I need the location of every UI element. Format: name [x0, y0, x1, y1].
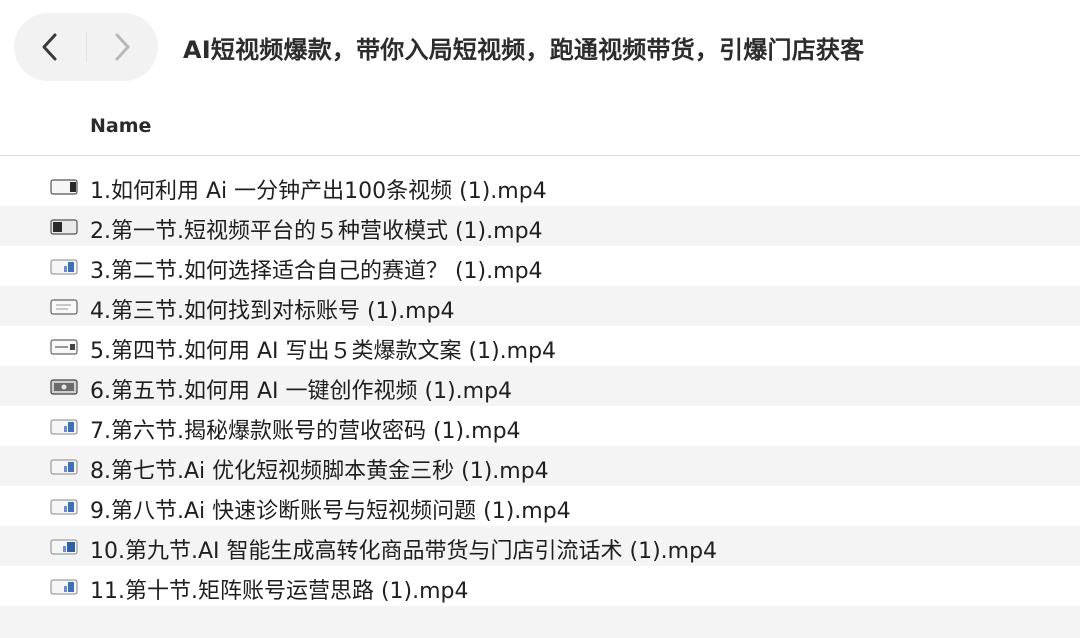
file-name: 7.第六节.揭秘爆款账号的营收密码 (1).mp4 [90, 419, 521, 444]
file-row[interactable]: 7.第六节.揭秘爆款账号的营收密码 (1).mp4 [0, 406, 1080, 446]
file-name: 6.第五节.如何用 AI 一键创作视频 (1).mp4 [90, 379, 513, 404]
forward-button[interactable] [87, 13, 159, 81]
video-thumbnail-icon [50, 419, 78, 435]
file-list: 1.如何利用 Ai 一分钟产出100条视频 (1).mp4 2.第一节.短视频平台… [0, 166, 1080, 606]
video-thumbnail-icon [50, 339, 78, 355]
file-name: 2.第一节.短视频平台的５种营收模式 (1).mp4 [90, 219, 543, 244]
file-row[interactable]: 5.第四节.如何用 AI 写出５类爆款文案 (1).mp4 [0, 326, 1080, 366]
file-name: 8.第七节.Ai 优化短视频脚本黄金三秒 (1).mp4 [90, 459, 549, 484]
navigation-buttons [14, 13, 158, 81]
video-thumbnail-icon [50, 179, 78, 195]
file-name: 9.第八节.Ai 快速诊断账号与短视频问题 (1).mp4 [90, 499, 571, 524]
file-name: 1.如何利用 Ai 一分钟产出100条视频 (1).mp4 [90, 179, 547, 204]
file-name: 3.第二节.如何选择适合自己的赛道？ (1).mp4 [90, 259, 543, 284]
back-button[interactable] [14, 13, 86, 81]
video-thumbnail-icon [50, 299, 78, 315]
video-thumbnail-icon [50, 219, 78, 235]
video-thumbnail-icon [50, 459, 78, 475]
chevron-left-icon [42, 33, 57, 61]
file-name: 11.第十节.矩阵账号运营思路 (1).mp4 [90, 579, 469, 604]
finder-window: AI短视频爆款，带你入局短视频，跑通视频带货，引爆门店获客 Name 1.如何利… [0, 0, 1080, 638]
file-row[interactable]: 1.如何利用 Ai 一分钟产出100条视频 (1).mp4 [0, 166, 1080, 206]
file-row[interactable]: 6.第五节.如何用 AI 一键创作视频 (1).mp4 [0, 366, 1080, 406]
file-name: 4.第三节.如何找到对标账号 (1).mp4 [90, 299, 455, 324]
column-header-name[interactable]: Name [90, 115, 151, 137]
video-thumbnail-icon [50, 539, 78, 555]
file-row[interactable]: 9.第八节.Ai 快速诊断账号与短视频问题 (1).mp4 [0, 486, 1080, 526]
video-thumbnail-icon [50, 499, 78, 515]
file-name: 5.第四节.如何用 AI 写出５类爆款文案 (1).mp4 [90, 339, 557, 364]
toolbar: AI短视频爆款，带你入局短视频，跑通视频带货，引爆门店获客 [0, 0, 1080, 100]
video-thumbnail-icon [50, 579, 78, 595]
file-row[interactable]: 3.第二节.如何选择适合自己的赛道？ (1).mp4 [0, 246, 1080, 286]
file-row[interactable]: 2.第一节.短视频平台的５种营收模式 (1).mp4 [0, 206, 1080, 246]
video-thumbnail-icon [50, 379, 78, 395]
window-title: AI短视频爆款，带你入局短视频，跑通视频带货，引爆门店获客 [183, 36, 865, 64]
column-header: Name [0, 100, 1080, 156]
file-row[interactable]: 8.第七节.Ai 优化短视频脚本黄金三秒 (1).mp4 [0, 446, 1080, 486]
file-name: 10.第九节.AI 智能生成高转化商品带货与门店引流话术 (1).mp4 [90, 539, 718, 564]
list-filler-row [0, 606, 1080, 638]
file-row[interactable]: 4.第三节.如何找到对标账号 (1).mp4 [0, 286, 1080, 326]
video-thumbnail-icon [50, 259, 78, 275]
chevron-right-icon [115, 33, 130, 61]
file-row[interactable]: 11.第十节.矩阵账号运营思路 (1).mp4 [0, 566, 1080, 606]
file-row[interactable]: 10.第九节.AI 智能生成高转化商品带货与门店引流话术 (1).mp4 [0, 526, 1080, 566]
